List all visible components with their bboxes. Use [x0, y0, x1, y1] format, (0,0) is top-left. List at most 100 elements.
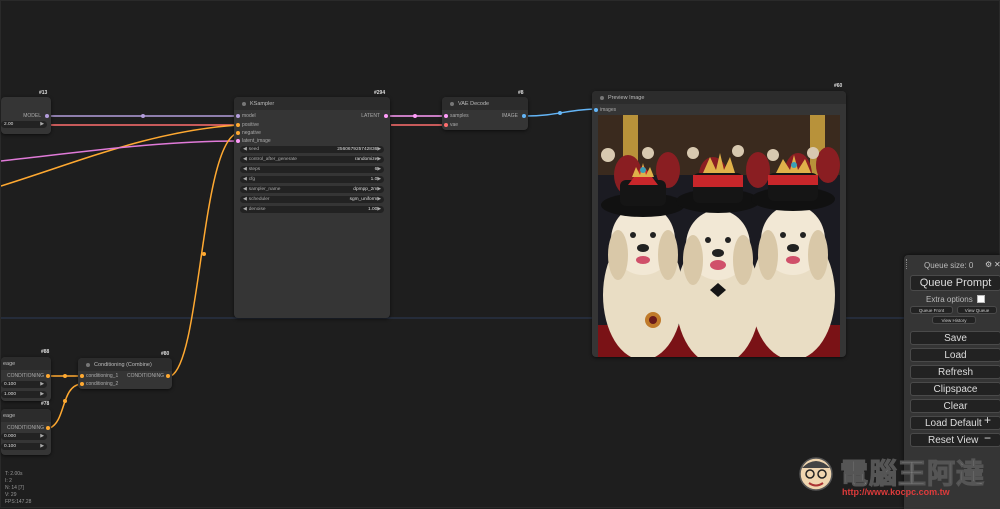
input-samples-dot[interactable]	[444, 114, 448, 118]
value-widget-value: 0.000	[4, 434, 17, 439]
collapse-dot-icon[interactable]	[242, 101, 246, 106]
value-widget[interactable]: 0.100 ▶	[1, 381, 47, 388]
arrow-right-icon[interactable]: ▶	[377, 157, 381, 162]
mascot-icon	[799, 457, 833, 491]
preview-image[interactable]	[598, 115, 840, 357]
node-conditioning-combine[interactable]: Conditioning (Combine) conditioning_1 co…	[78, 358, 172, 389]
input-images-dot[interactable]	[594, 108, 598, 112]
wire-latent-input	[1, 140, 239, 162]
watermark-text: 電腦王阿達	[839, 457, 986, 491]
output-image-dot[interactable]	[522, 114, 526, 118]
clipspace-button[interactable]: Clipspace	[910, 382, 1000, 396]
wire-cond-2	[49, 383, 82, 429]
gear-icon[interactable]: ⚙	[985, 260, 992, 269]
node-ksampler-title: KSampler	[250, 100, 275, 107]
widget-sampler-value: dpmpp_2m	[353, 187, 378, 192]
output-latent-dot[interactable]	[384, 114, 388, 118]
input-vae-dot[interactable]	[444, 123, 448, 127]
node-ksampler-header[interactable]: KSampler	[234, 97, 390, 110]
output-conditioning-dot[interactable]	[166, 374, 170, 378]
node-preview-header[interactable]: Preview Image	[592, 91, 846, 104]
node-vae-decode[interactable]: VAE Decode samples vae IMAGE	[442, 97, 528, 130]
value-widget-value: 2.00	[4, 122, 14, 127]
arrow-right-icon[interactable]: ▶	[40, 434, 44, 439]
value-widget[interactable]: 1.000 ▶	[1, 391, 47, 398]
value-widget[interactable]: 2.00 ▶	[1, 121, 47, 128]
arrow-right-icon[interactable]: ▶	[40, 122, 44, 127]
output-model-dot[interactable]	[45, 114, 49, 118]
arrow-right-icon[interactable]: ▶	[40, 444, 44, 449]
stat-time: T: 2.00s	[5, 471, 23, 477]
node-left-bottom-header[interactable]: eage	[1, 409, 51, 422]
node-left-mid[interactable]: eage CONDITIONING 0.100 ▶ 1.000 ▶	[1, 357, 51, 401]
node-preview-title: Preview Image	[608, 94, 645, 101]
output-image-label: IMAGE	[501, 113, 518, 119]
node-id-8: #8	[518, 90, 524, 96]
queue-size: Queue size: 0	[924, 261, 974, 270]
view-queue-button[interactable]: View Queue	[957, 306, 997, 314]
queue-front-button[interactable]: Queue Front	[910, 306, 953, 314]
zoom-out-icon[interactable]: −	[984, 431, 991, 445]
arrow-right-icon[interactable]: ▶	[377, 197, 381, 202]
widget-seed[interactable]: ◀ seed 256067925742836 ▶	[240, 146, 384, 153]
value-widget-value: 0.100	[4, 444, 17, 449]
widget-denoise-value: 1.00	[367, 207, 378, 212]
arrow-right-icon[interactable]: ▶	[40, 392, 44, 397]
arrow-right-icon[interactable]: ▶	[377, 207, 381, 212]
arrow-right-icon[interactable]: ▶	[377, 167, 381, 172]
clear-button[interactable]: Clear	[910, 399, 1000, 413]
widget-denoise[interactable]: ◀ denoise 1.00 ▶	[240, 206, 384, 213]
widget-cfg-label: cfg	[248, 177, 256, 182]
output-conditioning-dot[interactable]	[46, 374, 50, 378]
extra-options-checkbox[interactable]	[977, 295, 985, 303]
node-id-294: #294	[374, 90, 386, 96]
arrow-right-icon[interactable]: ▶	[377, 187, 381, 192]
drag-handle[interactable]	[906, 259, 910, 269]
node-vae-title: VAE Decode	[458, 100, 490, 107]
input-latent-dot[interactable]	[236, 139, 240, 143]
node-combine-header[interactable]: Conditioning (Combine)	[78, 358, 172, 371]
input-positive-dot[interactable]	[236, 123, 240, 127]
arrow-right-icon[interactable]: ▶	[377, 147, 381, 152]
stat-v: V: 29	[5, 492, 17, 498]
node-ksampler[interactable]: KSampler model positive negative latent_…	[234, 97, 390, 318]
output-conditioning-dot[interactable]	[46, 426, 50, 430]
value-widget[interactable]: 0.100 ▶	[1, 443, 47, 450]
view-history-button[interactable]: View History	[932, 316, 976, 324]
input-cond2-dot[interactable]	[80, 382, 84, 386]
input-negative-label: negative	[242, 130, 261, 136]
close-icon[interactable]: ✕	[994, 260, 1000, 269]
queue-prompt-button[interactable]: Queue Prompt	[910, 275, 1000, 291]
collapse-dot-icon[interactable]	[450, 101, 454, 106]
node-left-top[interactable]: MODEL 2.00 ▶	[1, 97, 51, 134]
input-cond1-dot[interactable]	[80, 374, 84, 378]
value-widget[interactable]: 0.000 ▶	[1, 433, 47, 440]
collapse-dot-icon[interactable]	[86, 362, 90, 367]
node-vae-header[interactable]: VAE Decode	[442, 97, 528, 110]
value-widget-value: 1.000	[4, 392, 17, 397]
widget-cfg[interactable]: ◀ cfg 1.0 ▶	[240, 176, 384, 183]
refresh-button[interactable]: Refresh	[910, 365, 1000, 379]
output-conditioning-label: CONDITIONING	[7, 373, 44, 379]
widget-control[interactable]: ◀ control_after_generate randomize ▶	[240, 156, 384, 163]
input-model-label: model	[242, 113, 256, 119]
input-negative-dot[interactable]	[236, 131, 240, 135]
widget-scheduler[interactable]: ◀ scheduler sgm_uniform ▶	[240, 196, 384, 203]
node-left-bottom-title: eage	[3, 412, 16, 419]
widget-scheduler-label: scheduler	[248, 197, 270, 202]
node-left-bottom[interactable]: eage CONDITIONING 0.000 ▶ 0.100 ▶	[1, 409, 51, 455]
load-button[interactable]: Load	[910, 348, 1000, 362]
arrow-right-icon[interactable]: ▶	[377, 177, 381, 182]
widget-steps-label: steps	[248, 167, 261, 172]
save-button[interactable]: Save	[910, 331, 1000, 345]
stat-n: N: 14 [7]	[5, 485, 24, 491]
zoom-in-icon[interactable]: +	[984, 413, 991, 427]
arrow-right-icon[interactable]: ▶	[40, 382, 44, 387]
canvas[interactable]: MODEL 2.00 ▶ #13 #294 KSampler model pos…	[0, 0, 1000, 509]
widget-steps[interactable]: ◀ steps 6 ▶	[240, 166, 384, 173]
input-model-dot[interactable]	[236, 114, 240, 118]
node-id-78: #78	[41, 401, 50, 407]
collapse-dot-icon[interactable]	[600, 95, 604, 100]
node-left-mid-header[interactable]: eage	[1, 357, 51, 370]
widget-sampler[interactable]: ◀ sampler_name dpmpp_2m ▶	[240, 186, 384, 193]
